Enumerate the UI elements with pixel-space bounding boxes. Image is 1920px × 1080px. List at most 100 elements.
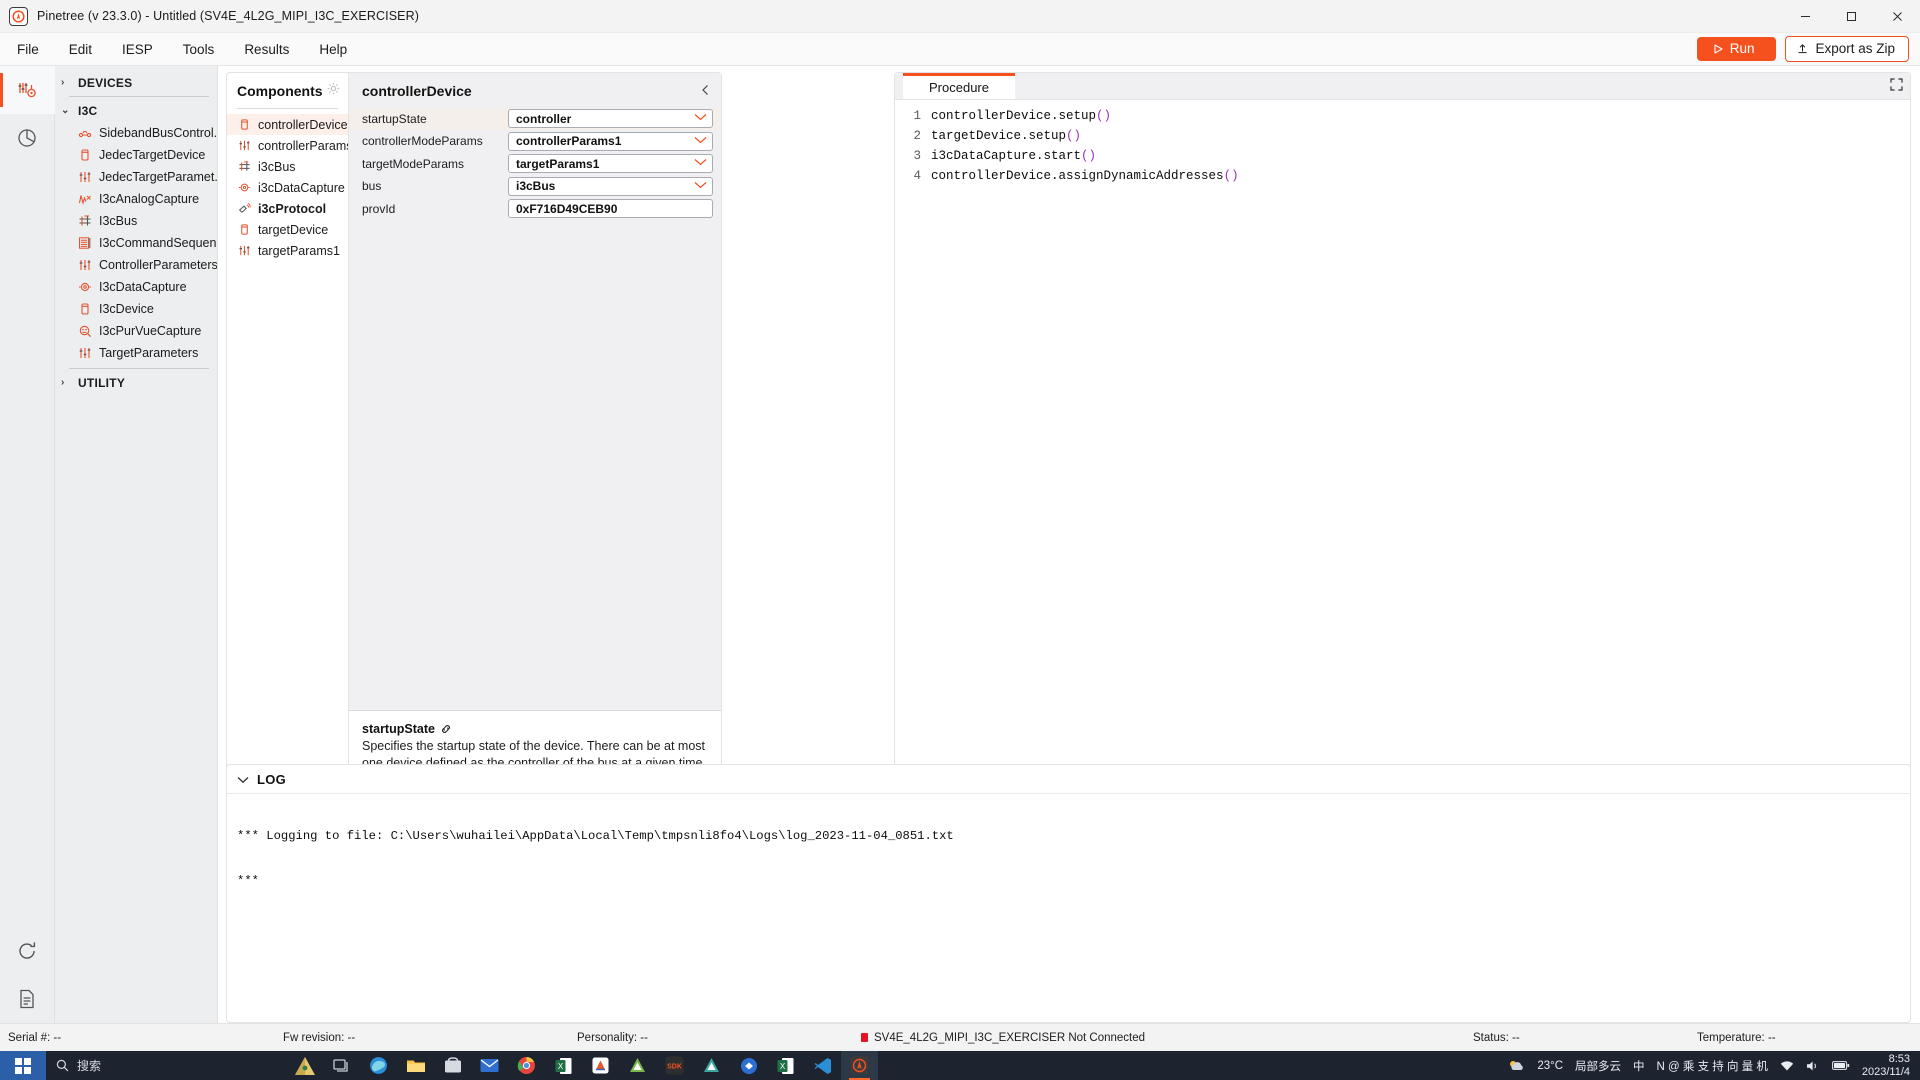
tree-item-i3cbus[interactable]: I3cBus bbox=[55, 210, 217, 232]
link-icon[interactable] bbox=[440, 723, 452, 735]
taskview-icon[interactable] bbox=[323, 1051, 360, 1080]
code-parens: () bbox=[1223, 169, 1239, 183]
tree-item-label: I3cPurVueCapture bbox=[99, 324, 202, 338]
ime-indicator[interactable]: 中 bbox=[1633, 1058, 1645, 1074]
provid-input[interactable]: 0xF716D49CEB90 bbox=[508, 199, 713, 219]
mail-icon[interactable] bbox=[471, 1051, 508, 1080]
sdk-icon[interactable]: SDK bbox=[656, 1051, 693, 1080]
tray-network-icon[interactable] bbox=[1780, 1060, 1794, 1072]
svg-text:X: X bbox=[558, 1062, 564, 1071]
component-item-i3cdatacapture[interactable]: i3cDataCapture bbox=[227, 177, 348, 198]
tray-volume-icon[interactable] bbox=[1806, 1060, 1820, 1072]
connection-status-dot bbox=[861, 1032, 868, 1042]
status-fw-revision: Fw revision: -- bbox=[283, 1031, 356, 1044]
tree-section-i3c[interactable]: ⌄ I3C bbox=[55, 100, 217, 122]
store-icon[interactable] bbox=[434, 1051, 471, 1080]
sideband-bus-icon bbox=[77, 125, 93, 141]
title-bar: Pinetree (v 23.3.0) - Untitled (SV4E_4L2… bbox=[0, 0, 1920, 33]
vscode-icon[interactable] bbox=[804, 1051, 841, 1080]
expand-icon[interactable] bbox=[1890, 78, 1903, 96]
taskbar-tray: 23°C 局部多云 中 N @ 乘 支 持 向 量 机 8:53 2023/11… bbox=[1508, 1053, 1920, 1079]
tray-battery-icon[interactable] bbox=[1831, 1060, 1850, 1071]
tree-item-label: JedecTargetDevice bbox=[99, 148, 206, 162]
tree-item-jedectargetparameters[interactable]: JedecTargetParamet... bbox=[55, 166, 217, 188]
menu-edit[interactable]: Edit bbox=[56, 37, 105, 62]
refresh-rail-icon[interactable] bbox=[0, 927, 55, 975]
tray-text[interactable]: N @ 乘 支 持 向 量 机 bbox=[1657, 1058, 1768, 1074]
file-explorer-icon[interactable] bbox=[397, 1051, 434, 1080]
components-title: Components bbox=[237, 83, 323, 99]
weather-icon[interactable] bbox=[1508, 1059, 1525, 1073]
parameters-rail-icon[interactable] bbox=[0, 66, 55, 114]
chevron-down-icon bbox=[694, 158, 707, 169]
log-content: *** Logging to file: C:\Users\wuhailei\A… bbox=[227, 794, 1910, 924]
pyramid-app-icon[interactable] bbox=[286, 1051, 323, 1080]
weather-temp[interactable]: 23°C bbox=[1537, 1060, 1563, 1072]
log-header[interactable]: LOG bbox=[227, 765, 1910, 794]
component-item-controllerdevice[interactable]: controllerDevice bbox=[227, 114, 366, 135]
component-item-targetparams1[interactable]: targetParams1 bbox=[227, 240, 348, 261]
app-orange-icon[interactable] bbox=[582, 1051, 619, 1080]
blender-icon[interactable] bbox=[730, 1051, 767, 1080]
component-item-i3cprotocol[interactable]: i3cProtocol bbox=[227, 198, 348, 219]
pinetree-logo-icon bbox=[9, 6, 28, 26]
windows-start-icon[interactable] bbox=[0, 1051, 46, 1080]
procedure-code[interactable]: 1 controllerDevice.setup() 2 targetDevic… bbox=[895, 100, 1910, 186]
menu-help[interactable]: Help bbox=[306, 37, 360, 62]
tree-item-jedectargetdevice[interactable]: JedecTargetDevice bbox=[55, 144, 217, 166]
component-item-i3cbus[interactable]: i3cBus bbox=[227, 156, 348, 177]
tree-section-utility[interactable]: › UTILITY bbox=[55, 372, 217, 394]
properties-rows: startupState controller controllerModePa… bbox=[349, 108, 721, 710]
tree-section-i3c-label: I3C bbox=[78, 104, 98, 118]
component-item-controllerparams1[interactable]: controllerParams1 bbox=[227, 135, 359, 156]
pinetree-icon[interactable] bbox=[841, 1051, 879, 1080]
menu-results[interactable]: Results bbox=[231, 37, 302, 62]
edge-icon[interactable] bbox=[360, 1051, 397, 1080]
weather-desc[interactable]: 局部多云 bbox=[1575, 1058, 1621, 1074]
minimize-icon[interactable] bbox=[1782, 0, 1828, 33]
bus-select[interactable]: i3cBus bbox=[508, 176, 713, 196]
controllermodeparams-select[interactable]: controllerParams1 bbox=[508, 131, 713, 151]
tree-item-i3canalogcapture[interactable]: I3cAnalogCapture bbox=[55, 188, 217, 210]
tree-item-i3cdatacapture[interactable]: I3cDataCapture bbox=[55, 276, 217, 298]
component-item-label: targetParams1 bbox=[258, 243, 340, 258]
status-value: Status: -- bbox=[1473, 1031, 1520, 1044]
run-button-label: Run bbox=[1729, 40, 1755, 56]
tray-clock[interactable]: 8:53 2023/11/4 bbox=[1862, 1053, 1910, 1079]
excel2-icon[interactable]: X bbox=[767, 1051, 804, 1080]
tree-item-i3cdevice[interactable]: I3cDevice bbox=[55, 298, 217, 320]
taskbar-search[interactable]: 搜索 bbox=[46, 1051, 111, 1080]
tree-divider bbox=[69, 368, 209, 369]
tree-section-devices[interactable]: › DEVICES bbox=[55, 72, 217, 94]
maximize-icon[interactable] bbox=[1828, 0, 1874, 33]
excel-icon[interactable]: X bbox=[545, 1051, 582, 1080]
report-rail-icon[interactable] bbox=[0, 975, 55, 1023]
app-green-icon[interactable] bbox=[619, 1051, 656, 1080]
component-item-targetdevice[interactable]: targetDevice bbox=[227, 219, 348, 240]
chevron-left-icon[interactable] bbox=[700, 84, 711, 99]
tree-item-i3cpurvuecapture[interactable]: I3cPurVueCapture bbox=[55, 320, 217, 342]
gear-icon[interactable] bbox=[327, 82, 340, 100]
chrome-icon[interactable] bbox=[508, 1051, 545, 1080]
export-as-zip-button[interactable]: Export as Zip bbox=[1785, 35, 1909, 63]
tree-item-targetparameters[interactable]: TargetParameters bbox=[55, 342, 217, 364]
tree-item-controllerparameters[interactable]: ControllerParameters bbox=[55, 254, 217, 276]
taskbar-apps: X SDK X bbox=[286, 1051, 879, 1080]
startupstate-select[interactable]: controller bbox=[508, 109, 713, 129]
tree-item-sidebandbuscontroller[interactable]: SidebandBusControl... bbox=[55, 122, 217, 144]
menu-iesp[interactable]: IESP bbox=[109, 37, 166, 62]
bus-icon bbox=[77, 213, 93, 229]
menu-file[interactable]: File bbox=[4, 37, 52, 62]
app-teal-icon[interactable] bbox=[693, 1051, 730, 1080]
targetmodeparams-select[interactable]: targetParams1 bbox=[508, 154, 713, 174]
run-button[interactable]: Run bbox=[1696, 36, 1777, 62]
line-number: 2 bbox=[913, 129, 921, 143]
menu-tools[interactable]: Tools bbox=[170, 37, 228, 62]
tree-item-i3ccommandsequence[interactable]: I3cCommandSequen... bbox=[55, 232, 217, 254]
rail-bottom-group bbox=[0, 927, 55, 1023]
tab-procedure[interactable]: Procedure bbox=[903, 73, 1015, 99]
capture-rail-icon[interactable] bbox=[0, 114, 55, 162]
property-label: startupState bbox=[362, 111, 427, 126]
close-icon[interactable] bbox=[1874, 0, 1920, 33]
tree-section-utility-label: UTILITY bbox=[78, 376, 126, 390]
